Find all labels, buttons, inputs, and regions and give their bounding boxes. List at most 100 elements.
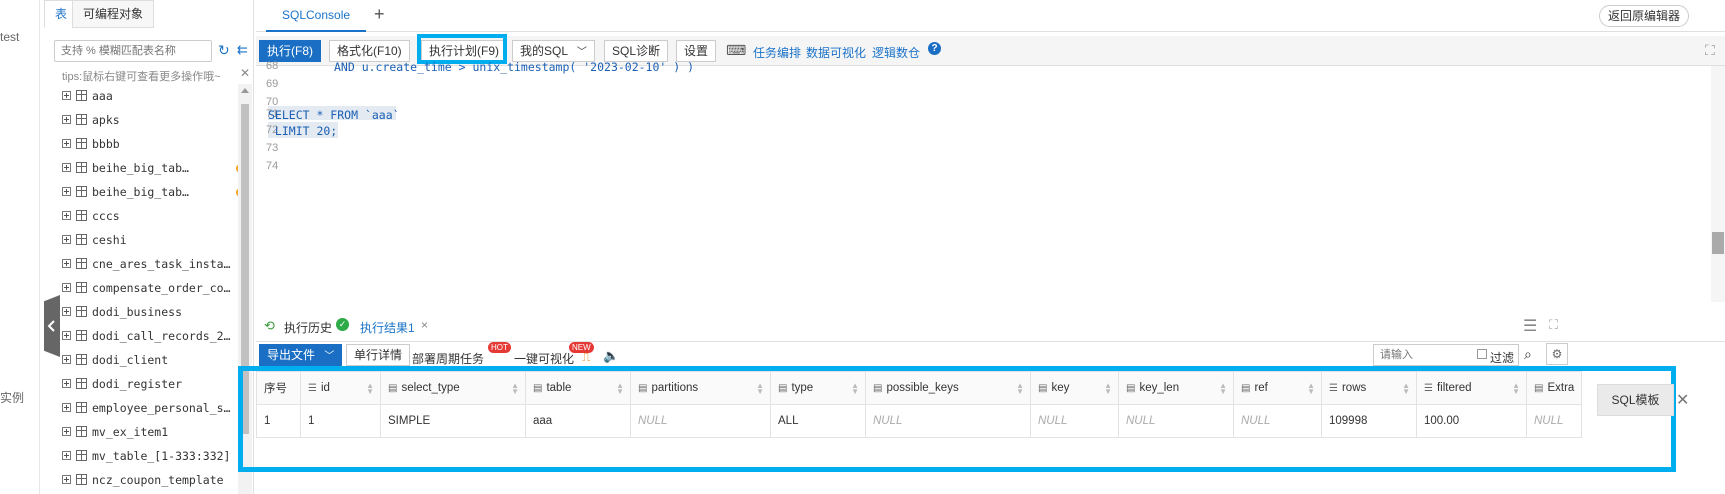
expand-icon[interactable] — [62, 427, 71, 436]
instance-name-text: test — [0, 30, 20, 44]
expand-icon[interactable] — [62, 307, 71, 316]
refresh-icon[interactable]: ↻ — [218, 42, 230, 59]
close-icon[interactable]: ✕ — [1676, 390, 1689, 410]
sql-editor[interactable]: 68 AND u.create_time > unix_timestamp( '… — [256, 60, 1725, 302]
table-list: aaa apks bbbb beihe_big_tab… beihe_big_tab… c… — [62, 84, 245, 492]
my-sql-dropdown[interactable]: 我的SQL ﹀ — [512, 40, 595, 62]
gear-icon[interactable]: ⚙ — [1546, 343, 1568, 365]
expand-icon[interactable] — [62, 91, 71, 100]
close-icon[interactable]: × — [421, 318, 428, 332]
tree-item[interactable]: beihe_big_tab… — [62, 180, 245, 204]
collapse-list-icon[interactable]: ⇇ — [237, 42, 248, 58]
code-line-partial: AND u.create_time > unix_timestamp( '202… — [334, 60, 695, 74]
tree-item-label: employee_personal_s… — [92, 401, 231, 415]
tree-item[interactable]: beihe_big_tab… — [62, 156, 245, 180]
tree-item[interactable]: dodi_business — [62, 300, 244, 324]
table-icon — [76, 186, 87, 197]
tree-item[interactable]: employee_personal_s… — [62, 396, 244, 420]
filter-label: 过滤 — [1490, 351, 1515, 365]
chevron-left-icon — [47, 320, 55, 332]
export-file-dropdown[interactable]: 导出文件 ﹀ — [259, 344, 343, 366]
tab-programmable-objects[interactable]: 可编程对象 — [72, 0, 155, 28]
tree-item-label: compensate_order_co… — [92, 281, 231, 295]
row-detail-button[interactable]: 单行详情 — [346, 344, 411, 366]
tree-item-label: mv_table_[1-333:332] — [92, 449, 231, 463]
hot-badge: HOT — [488, 342, 511, 353]
table-icon — [76, 234, 87, 245]
expand-icon[interactable] — [62, 163, 71, 172]
expand-icon[interactable] — [62, 331, 71, 340]
settings-button[interactable]: 设置 — [676, 40, 717, 62]
close-icon[interactable]: ✕ — [240, 66, 250, 80]
format-button[interactable]: 格式化(F10) — [329, 40, 410, 62]
table-icon — [76, 210, 87, 221]
back-to-original-editor-button[interactable]: 返回原编辑器 — [1599, 5, 1690, 27]
deploy-task-button[interactable]: 部署周期任务 — [412, 350, 484, 367]
tab-sqlconsole[interactable]: SQLConsole — [266, 0, 367, 32]
expand-icon[interactable] — [62, 379, 71, 388]
one-click-visualize-button[interactable]: 一键可视化 — [514, 350, 574, 367]
line-number: 68 — [266, 60, 279, 72]
expand-icon[interactable] — [62, 235, 71, 244]
filter-checkbox[interactable] — [1477, 349, 1487, 359]
expand-icon[interactable] — [62, 403, 71, 412]
chart-icon[interactable]: ⎍ — [582, 350, 590, 365]
expand-icon[interactable] — [62, 451, 71, 460]
tab-execution-history[interactable]: 执行历史 — [284, 319, 332, 336]
logic-warehouse-link[interactable]: 逻辑数仓 — [872, 44, 920, 61]
tree-item-label: dodi_call_records_2… — [92, 329, 231, 343]
fullscreen-icon[interactable]: ⛶ — [1549, 317, 1558, 333]
table-search-input[interactable] — [54, 40, 212, 62]
chevron-down-icon: ﹀ — [324, 351, 335, 362]
data-visualize-link[interactable]: 数据可视化 — [806, 44, 866, 61]
expand-icon[interactable] — [62, 259, 71, 268]
tab-result-1[interactable]: 执行结果1 — [360, 319, 415, 336]
sql-template-button[interactable]: SQL模板 — [1597, 384, 1674, 416]
tree-item-label: cccs — [92, 209, 120, 223]
menu-icon[interactable]: ☰ — [1523, 316, 1537, 336]
tree-item[interactable]: ncz_coupon_template — [62, 468, 244, 492]
keyboard-icon[interactable]: ⌨ — [726, 42, 746, 59]
export-label: 导出文件 — [267, 348, 316, 362]
editor-scrollbar[interactable] — [1711, 66, 1725, 302]
expand-icon[interactable] — [62, 211, 71, 220]
tree-item[interactable]: cccs — [62, 204, 244, 228]
table-icon — [76, 450, 87, 461]
tree-item[interactable]: cne_ares_task_insta… — [62, 252, 244, 276]
expand-icon[interactable] — [62, 187, 71, 196]
tree-item[interactable]: dodi_client — [62, 348, 244, 372]
task-schedule-link[interactable]: 任务编排 — [753, 44, 801, 61]
expand-icon[interactable] — [62, 355, 71, 364]
fullscreen-icon[interactable]: ⛶ — [1705, 42, 1715, 59]
table-icon — [76, 114, 87, 125]
tree-item[interactable]: compensate_order_co… — [62, 276, 244, 300]
execute-button[interactable]: 执行(F8) — [259, 40, 321, 62]
tree-item-label: ceshi — [92, 233, 127, 247]
expand-icon[interactable] — [62, 139, 71, 148]
result-highlight — [238, 366, 1676, 472]
sql-diagnose-button[interactable]: SQL诊断 — [604, 40, 669, 62]
collapse-panel-handle[interactable] — [44, 295, 60, 357]
tree-item[interactable]: aaa — [62, 84, 244, 108]
help-icon[interactable]: ? — [928, 42, 941, 55]
expand-icon[interactable] — [62, 475, 71, 484]
tree-item[interactable]: dodi_call_records_2… — [62, 324, 244, 348]
add-tab-icon[interactable]: + — [374, 4, 385, 25]
tree-item-label: cne_ares_task_insta… — [92, 257, 231, 271]
tree-item[interactable]: bbbb — [62, 132, 244, 156]
history-icon: ⟲ — [264, 318, 275, 333]
expand-icon[interactable] — [62, 115, 71, 124]
tree-item[interactable]: mv_ex_item1 — [62, 420, 244, 444]
speaker-icon[interactable]: 🔈 — [603, 348, 619, 364]
tree-item-label: ncz_coupon_template — [92, 473, 224, 487]
tree-item[interactable]: mv_table_[1-333:332] — [62, 444, 244, 468]
table-icon — [76, 330, 87, 341]
table-icon — [76, 138, 87, 149]
tree-item[interactable]: ceshi — [62, 228, 244, 252]
chevron-down-icon: ﹀ — [576, 47, 587, 58]
tree-item[interactable]: dodi_register — [62, 372, 244, 396]
tree-item-label: dodi_register — [92, 377, 183, 391]
search-icon[interactable]: ⌕ — [1524, 346, 1532, 363]
expand-icon[interactable] — [62, 283, 71, 292]
tree-item[interactable]: apks — [62, 108, 244, 132]
